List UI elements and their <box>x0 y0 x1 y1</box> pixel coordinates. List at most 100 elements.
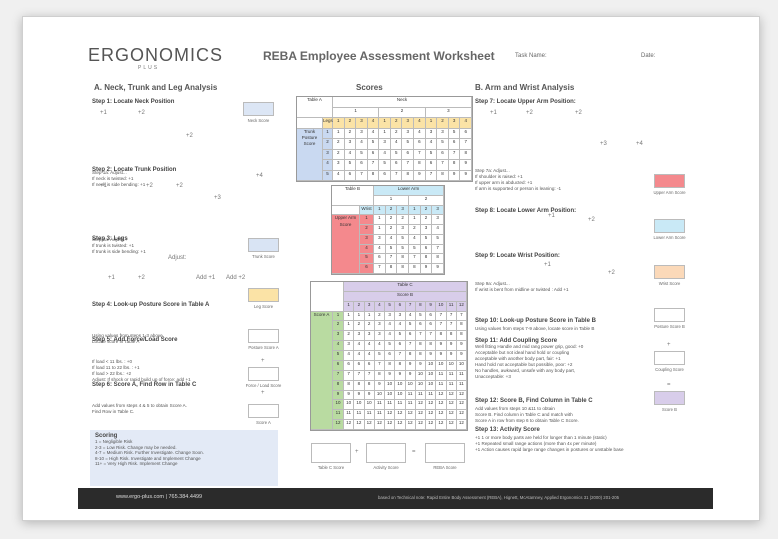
table-c-cell: 11 <box>426 390 437 401</box>
figure-score-mark: +2 <box>138 275 145 281</box>
table-a-cell: 6 <box>425 160 438 171</box>
table-c-score-input[interactable] <box>311 443 351 463</box>
score-input[interactable] <box>248 238 279 252</box>
wrist-col: 3 <box>397 205 409 216</box>
table-c-cell: 5 <box>374 351 385 361</box>
table-b-cell: 8 <box>432 254 444 265</box>
score-label: Lower Arm Score <box>653 235 686 240</box>
table-c-cell: 12 <box>456 390 467 401</box>
table-c-cell: 9 <box>395 370 406 381</box>
table-b-cell: 8 <box>409 264 421 274</box>
table-c-cell: 12 <box>364 420 375 430</box>
step-note: If load < 11 lbs. : +0 If load 11 to 22 … <box>92 359 191 382</box>
table-a-cell: 7 <box>356 170 368 181</box>
table-b-cell: 3 <box>420 225 433 235</box>
table-c-cell: 9 <box>333 390 344 401</box>
table-c-cell: 8 <box>364 380 375 391</box>
table-c-cell: 4 <box>374 341 385 352</box>
score-input[interactable] <box>654 351 685 365</box>
table-c-cell: 2 <box>344 331 355 342</box>
upper-arm-label: Upper Arm Score <box>332 215 360 274</box>
table-c-cell: 3 <box>364 331 375 342</box>
table-a-cell: 5 <box>356 149 368 160</box>
score-input[interactable] <box>248 367 279 381</box>
table-c-cell: 12 <box>456 420 467 430</box>
table-a-cell: 9 <box>448 170 461 181</box>
table-a-cell: 4 <box>333 170 345 181</box>
table-c-cell: 5 <box>405 321 416 332</box>
table-a-cell: 3 <box>344 139 357 150</box>
figure-score-mark: Adjust: <box>168 255 187 261</box>
table-a-cell: 6 <box>356 160 368 171</box>
table-b-cell: 6 <box>420 244 433 255</box>
table-a-cell: 2 <box>333 149 345 160</box>
score-input[interactable] <box>248 404 279 418</box>
table-a-cell: 5 <box>367 139 380 150</box>
figure-score-mark: +2 <box>176 183 183 189</box>
table-b-cell: 2 <box>409 225 421 235</box>
score-input[interactable] <box>654 174 685 188</box>
figure-score-mark: +4 <box>256 173 263 179</box>
table-b-cell: 4 <box>409 234 421 245</box>
table-c-cell: 12 <box>395 420 406 430</box>
table-c-cell: 8 <box>426 341 437 352</box>
table-a-cell: 4 <box>414 128 426 139</box>
footer-citation: based on Technical note: Rapid Entire Bo… <box>378 495 620 500</box>
table-a-cell: 8 <box>414 160 426 171</box>
table-c-cell: 11 <box>415 390 426 401</box>
table-c-cell: 4 <box>344 351 355 361</box>
table-a-cell: 6 <box>448 139 461 150</box>
blank <box>311 282 344 312</box>
table-a-cell: 3 <box>379 139 391 150</box>
step-title: Step 4: Look-up Posture Score in Table A <box>92 302 210 308</box>
table-c-col: 7 <box>405 301 416 312</box>
table-a-cell: 2 <box>323 139 333 150</box>
table-c-cell: 10 <box>395 380 406 391</box>
ergonomics-plus-logo: ERGONOMICS <box>88 45 224 65</box>
table-c-cell: 12 <box>446 390 457 401</box>
table-c-cell: 3 <box>354 331 365 342</box>
table-c-cell: 6 <box>385 351 396 361</box>
table-b-cell: 7 <box>385 254 398 265</box>
table-c-cell: 10 <box>446 360 457 371</box>
score-input[interactable] <box>243 102 274 116</box>
table-c-cell: 7 <box>456 311 467 322</box>
leg-col: 2 <box>390 118 403 129</box>
score-input[interactable] <box>654 308 685 322</box>
wrist-col: 2 <box>420 205 433 216</box>
reba-score-input[interactable] <box>425 443 465 463</box>
step-title: Step 10: Look-up Posture Score in Table … <box>475 318 596 324</box>
score-input[interactable] <box>248 288 279 302</box>
table-c-cell: 12 <box>354 420 365 430</box>
reba-score-label: REBA Score <box>433 465 457 470</box>
table-c-cell: 5 <box>385 341 396 352</box>
table-c-col: 6 <box>395 301 406 312</box>
leg-col: 1 <box>425 118 438 129</box>
score-input[interactable] <box>248 329 279 343</box>
figure-score-mark: +2 <box>138 110 145 116</box>
score-input[interactable] <box>654 219 685 233</box>
legs-header: Legs <box>323 118 333 129</box>
table-c-cell: 12 <box>456 410 467 421</box>
section-a-title: A. Neck, Trunk and Leg Analysis <box>94 83 218 92</box>
table-b-cell: 1 <box>360 215 374 226</box>
table-c-cell: 10 <box>385 380 396 391</box>
score-input[interactable] <box>654 265 685 279</box>
table-c-cell: 1 <box>354 311 365 322</box>
table-c-cell: 7 <box>374 360 385 371</box>
table-c-cell: 12 <box>405 410 416 421</box>
table-c-cell: 4 <box>364 341 375 352</box>
step-title: Step 3: Legs <box>92 236 128 242</box>
score-input[interactable] <box>654 391 685 405</box>
table-b-cell: 8 <box>397 254 409 265</box>
table-a-cell: 7 <box>437 160 449 171</box>
activity-score-input[interactable] <box>366 443 406 463</box>
table-b-cell: 7 <box>432 244 444 255</box>
table-a-cell: 4 <box>344 149 357 160</box>
table-a-cell: 8 <box>367 170 380 181</box>
table-a-cell: 6 <box>414 139 426 150</box>
table-c-cell: 12 <box>385 420 396 430</box>
table-b-cell: 5 <box>385 244 398 255</box>
table-c-cell: 12 <box>436 390 447 401</box>
table-c-cell: 6 <box>354 360 365 371</box>
